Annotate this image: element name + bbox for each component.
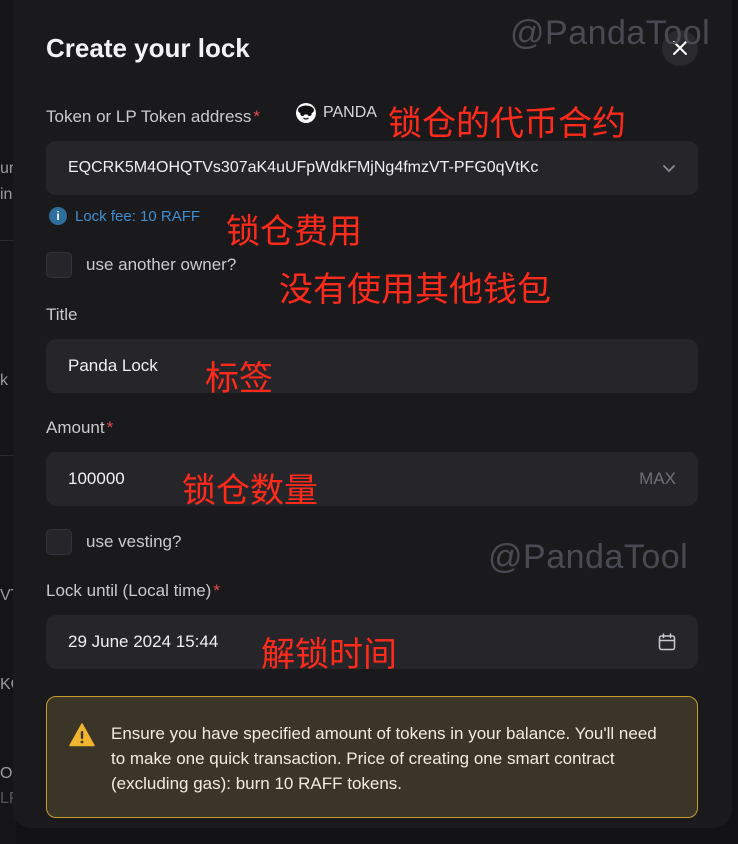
background-text: LF xyxy=(0,790,14,807)
warning-text: Ensure you have specified amount of toke… xyxy=(111,724,657,793)
lock-until-label-text: Lock until (Local time) xyxy=(46,581,212,600)
required-mark: * xyxy=(106,418,114,437)
title-value: Panda Lock xyxy=(68,356,158,375)
token-address-select[interactable]: EQCRK5M4OHQTVs307aK4uUFpWdkFMjNg4fmzVT-P… xyxy=(46,141,698,195)
annotation-lock-amount: 锁仓数量 xyxy=(182,471,318,511)
amount-label-text: Amount xyxy=(46,418,105,437)
vesting-checkbox[interactable] xyxy=(46,529,72,555)
annotation-title-tag: 标签 xyxy=(205,359,273,399)
watermark: @PandaTool xyxy=(510,14,711,52)
lock-fee: i Lock fee: 10 RAFF xyxy=(49,207,200,225)
amount-value: 100000 xyxy=(68,469,125,488)
lock-fee-text: Lock fee: 10 RAFF xyxy=(75,207,201,225)
annotation-lock-fee: 锁仓费用 xyxy=(226,212,362,252)
amount-input[interactable]: 100000 MAX xyxy=(46,452,698,506)
another-owner-label: use another owner? xyxy=(86,255,237,274)
info-icon: i xyxy=(49,207,67,225)
background-text: O xyxy=(0,765,13,782)
required-mark: * xyxy=(213,581,220,600)
another-owner-checkbox[interactable] xyxy=(46,252,72,278)
annotation-no-other-wallet: 没有使用其他钱包 xyxy=(279,270,551,310)
background-divider xyxy=(0,240,14,241)
title-input[interactable]: Panda Lock xyxy=(46,339,698,393)
warning-notice: Ensure you have specified amount of toke… xyxy=(46,696,698,818)
amount-label: Amount * xyxy=(46,418,113,438)
required-mark: * xyxy=(253,107,261,126)
background-text: ur xyxy=(0,160,14,177)
background-text: k xyxy=(0,372,8,389)
token-address-label: Token or LP Token address * xyxy=(46,107,260,127)
max-button[interactable]: MAX xyxy=(639,469,676,489)
annotation-unlock-time: 解锁时间 xyxy=(261,635,397,675)
vesting-label: use vesting? xyxy=(86,532,182,551)
token-chip: PANDA xyxy=(296,103,377,123)
background-divider xyxy=(0,455,14,456)
lock-until-label: Lock until (Local time) * xyxy=(46,581,220,601)
background-text: VT xyxy=(0,587,14,604)
chevron-down-icon xyxy=(663,164,675,172)
background-text: KO xyxy=(0,676,14,693)
title-label: Title xyxy=(46,305,78,324)
vesting-row: use vesting? xyxy=(46,529,181,555)
modal-title: Create your lock xyxy=(46,33,250,63)
another-owner-row: use another owner? xyxy=(46,252,236,278)
background-text: in xyxy=(0,186,13,203)
annotation-token-contract: 锁仓的代币合约 xyxy=(388,104,626,144)
calendar-icon[interactable] xyxy=(658,633,676,651)
warning-icon xyxy=(69,723,95,747)
panda-avatar xyxy=(296,103,316,123)
token-address-label-text: Token or LP Token address xyxy=(46,107,252,126)
watermark: @PandaTool xyxy=(488,538,689,576)
token-address-value: EQCRK5M4OHQTVs307aK4uUFpWdkFMjNg4fmzVT-P… xyxy=(68,159,539,176)
token-symbol: PANDA xyxy=(323,104,377,121)
